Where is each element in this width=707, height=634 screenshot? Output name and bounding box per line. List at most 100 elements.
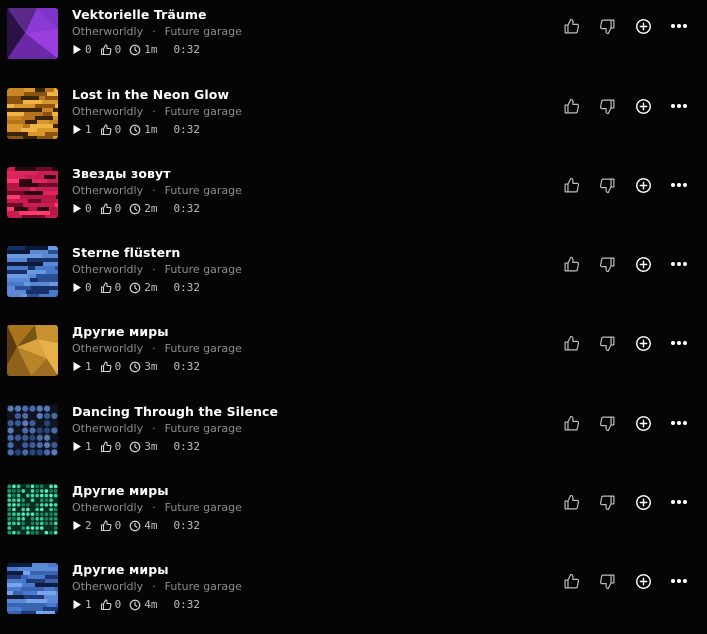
- more-options-icon[interactable]: [669, 254, 689, 274]
- track-row[interactable]: Другие миры Otherworldly · Future garage 1…: [0, 555, 707, 634]
- like-icon[interactable]: [561, 175, 581, 195]
- add-to-playlist-icon[interactable]: [633, 175, 653, 195]
- genre-label[interactable]: Future garage: [165, 422, 242, 435]
- track-meta: Otherworldly · Future garage: [72, 342, 242, 355]
- track-duration-value: 0:32: [173, 43, 201, 56]
- artist-name[interactable]: Otherworldly: [72, 342, 143, 355]
- add-to-playlist-icon[interactable]: [633, 254, 653, 274]
- track-age-value: 3m: [144, 360, 158, 373]
- more-options-icon[interactable]: [669, 333, 689, 353]
- track-row[interactable]: Vektorielle Träume Otherworldly · Future g…: [0, 0, 707, 79]
- track-duration-value: 0:32: [173, 598, 201, 611]
- track-age-value: 4m: [144, 598, 158, 611]
- track-title[interactable]: Dancing Through the Silence: [72, 404, 278, 419]
- more-options-icon[interactable]: [669, 413, 689, 433]
- album-art[interactable]: [7, 484, 58, 535]
- more-options-icon[interactable]: [669, 571, 689, 591]
- artist-name[interactable]: Otherworldly: [72, 580, 143, 593]
- dislike-icon[interactable]: [597, 96, 617, 116]
- dislike-icon[interactable]: [597, 175, 617, 195]
- track-actions: [561, 175, 689, 195]
- dislike-icon[interactable]: [597, 492, 617, 512]
- thumbs-up-icon: [100, 281, 112, 294]
- genre-label[interactable]: Future garage: [165, 184, 242, 197]
- genre-label[interactable]: Future garage: [165, 342, 242, 355]
- genre-label[interactable]: Future garage: [165, 263, 242, 276]
- album-art[interactable]: [7, 325, 58, 376]
- add-to-playlist-icon[interactable]: [633, 492, 653, 512]
- add-to-playlist-icon[interactable]: [633, 16, 653, 36]
- artist-name[interactable]: Otherworldly: [72, 184, 143, 197]
- add-to-playlist-icon[interactable]: [633, 571, 653, 591]
- track-title[interactable]: Другие миры: [72, 562, 169, 577]
- dislike-icon[interactable]: [597, 571, 617, 591]
- add-to-playlist-icon[interactable]: [633, 333, 653, 353]
- dislike-icon[interactable]: [597, 254, 617, 274]
- artist-name[interactable]: Otherworldly: [72, 263, 143, 276]
- album-art[interactable]: [7, 563, 58, 614]
- separator-dot: ·: [152, 580, 156, 593]
- track-duration: 0:32: [171, 360, 201, 373]
- track-title[interactable]: Звезды зовут: [72, 166, 171, 181]
- artist-name[interactable]: Otherworldly: [72, 25, 143, 38]
- more-options-icon[interactable]: [669, 16, 689, 36]
- track-duration-value: 0:32: [173, 123, 201, 136]
- like-icon[interactable]: [561, 254, 581, 274]
- genre-label[interactable]: Future garage: [165, 105, 242, 118]
- like-icon[interactable]: [561, 333, 581, 353]
- album-art[interactable]: [7, 88, 58, 139]
- track-row[interactable]: Другие миры Otherworldly · Future garage 2…: [0, 476, 707, 555]
- play-icon: [72, 599, 82, 610]
- play-icon: [72, 361, 82, 372]
- track-title[interactable]: Lost in the Neon Glow: [72, 87, 229, 102]
- genre-label[interactable]: Future garage: [165, 501, 242, 514]
- play-icon: [72, 441, 82, 452]
- like-icon[interactable]: [561, 96, 581, 116]
- track-meta: Otherworldly · Future garage: [72, 263, 242, 276]
- add-to-playlist-icon[interactable]: [633, 413, 653, 433]
- play-count-value: 1: [85, 440, 92, 453]
- genre-label[interactable]: Future garage: [165, 25, 242, 38]
- track-meta: Otherworldly · Future garage: [72, 422, 242, 435]
- track-title[interactable]: Sterne flüstern: [72, 245, 180, 260]
- track-duration: 0:32: [171, 202, 201, 215]
- track-title[interactable]: Vektorielle Träume: [72, 7, 207, 22]
- more-options-icon[interactable]: [669, 492, 689, 512]
- separator-dot: ·: [152, 342, 156, 355]
- dislike-icon[interactable]: [597, 413, 617, 433]
- add-to-playlist-icon[interactable]: [633, 96, 653, 116]
- like-icon[interactable]: [561, 16, 581, 36]
- track-row[interactable]: Другие миры Otherworldly · Future garage 1…: [0, 317, 707, 396]
- more-options-icon[interactable]: [669, 175, 689, 195]
- like-icon[interactable]: [561, 492, 581, 512]
- track-meta: Otherworldly · Future garage: [72, 501, 242, 514]
- dislike-icon[interactable]: [597, 333, 617, 353]
- like-icon[interactable]: [561, 413, 581, 433]
- track-row[interactable]: Звезды зовут Otherworldly · Future garage …: [0, 159, 707, 238]
- album-art[interactable]: [7, 405, 58, 456]
- track-title[interactable]: Другие миры: [72, 324, 169, 339]
- album-art[interactable]: [7, 246, 58, 297]
- artist-name[interactable]: Otherworldly: [72, 422, 143, 435]
- more-options-icon[interactable]: [669, 96, 689, 116]
- artist-name[interactable]: Otherworldly: [72, 501, 143, 514]
- track-row[interactable]: Dancing Through the Silence Otherworldly…: [0, 397, 707, 476]
- track-title[interactable]: Другие миры: [72, 483, 169, 498]
- like-icon[interactable]: [561, 571, 581, 591]
- like-count-value: 0: [114, 598, 122, 611]
- separator-dot: ·: [152, 184, 156, 197]
- track-stats: 1 0 3m 0:32: [72, 360, 200, 373]
- track-stats: 2 0 4m 0:32: [72, 519, 200, 532]
- track-stats: 0 0 2m 0:32: [72, 281, 200, 294]
- album-art[interactable]: [7, 8, 58, 59]
- genre-label[interactable]: Future garage: [165, 580, 242, 593]
- album-art[interactable]: [7, 167, 58, 218]
- play-icon: [72, 124, 82, 135]
- track-age: 3m: [129, 440, 158, 453]
- track-row[interactable]: Sterne flüstern Otherworldly · Future gara…: [0, 238, 707, 317]
- play-icon: [72, 520, 82, 531]
- play-count-value: 2: [85, 519, 92, 532]
- dislike-icon[interactable]: [597, 16, 617, 36]
- artist-name[interactable]: Otherworldly: [72, 105, 143, 118]
- track-row[interactable]: Lost in the Neon Glow Otherworldly · Futur…: [0, 80, 707, 159]
